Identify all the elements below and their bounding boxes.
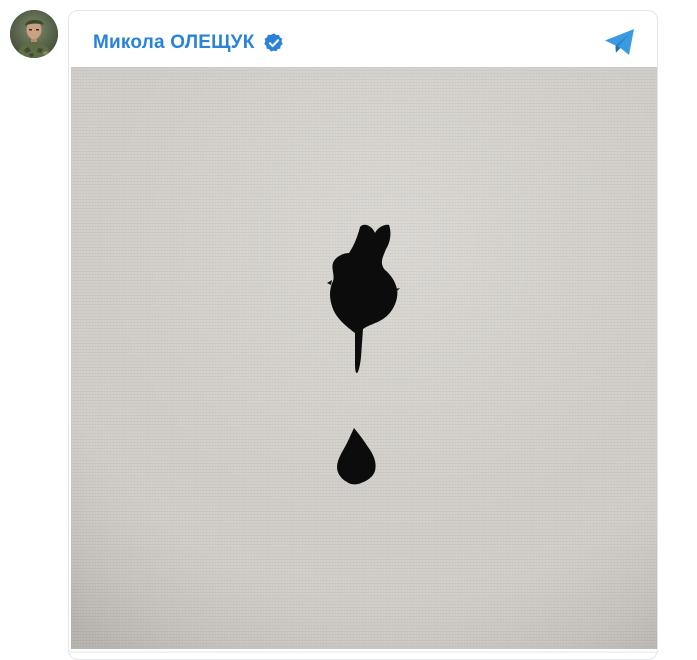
telegram-plane-icon[interactable] [603, 27, 637, 57]
fabric-bullet-holes-image [71, 67, 657, 649]
author-name[interactable]: Микола ОЛЕЩУК [93, 32, 255, 54]
post-header: Микола ОЛЕЩУК [93, 27, 285, 59]
post-footer-divider [69, 651, 657, 653]
verified-badge-icon [263, 32, 285, 54]
post-card: Микола ОЛЕЩУК [68, 10, 658, 660]
post-photo[interactable] [71, 67, 657, 649]
author-avatar[interactable] [10, 10, 58, 58]
soldier-portrait-avatar [10, 10, 58, 58]
